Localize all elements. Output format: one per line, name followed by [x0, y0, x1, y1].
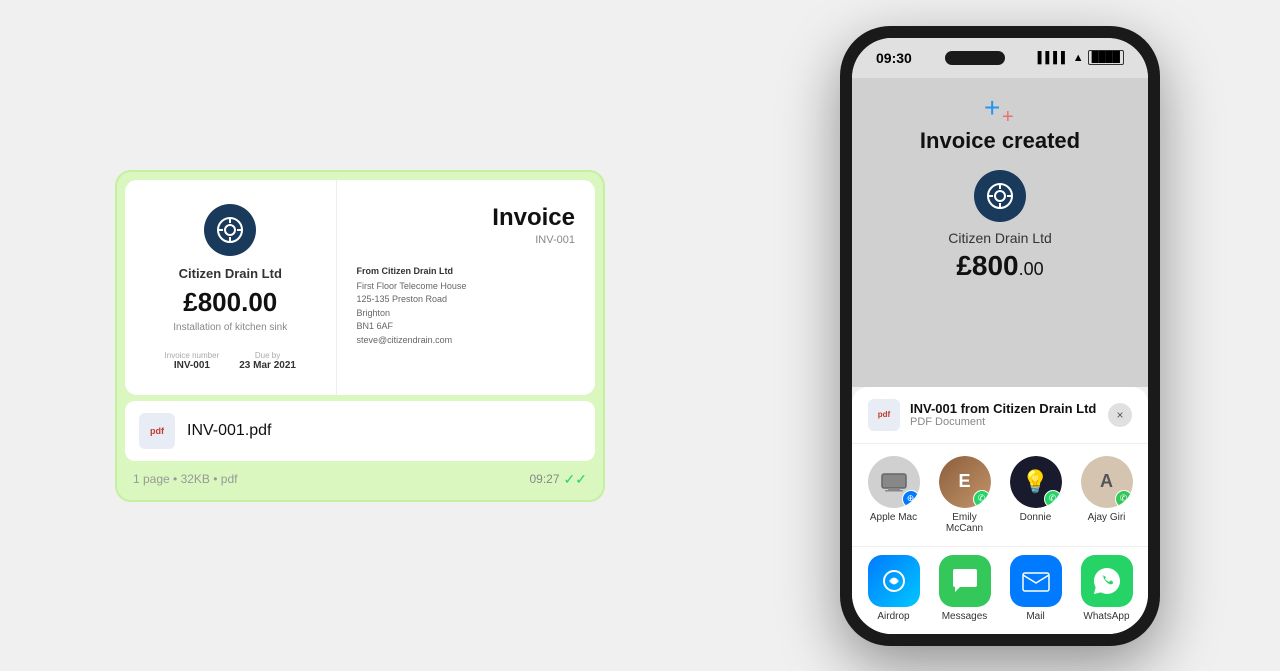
meta-number: Invoice number INV-001: [165, 351, 220, 371]
status-time: 09:30: [876, 50, 912, 66]
invoice-address: First Floor Telecome House 125-135 Prest…: [357, 280, 576, 348]
invoice-from: From Citizen Drain Ltd: [357, 266, 576, 276]
share-sheet: pdf INV-001 from Citizen Drain Ltd PDF D…: [852, 387, 1148, 634]
bubble-time: 09:27 ✓✓: [530, 471, 588, 488]
pdf-icon: pdf: [139, 413, 175, 449]
company-name: Citizen Drain Ltd: [179, 266, 282, 281]
pdf-filename: INV-001.pdf: [187, 422, 272, 440]
invoice-amount: £800.00: [183, 287, 277, 318]
avatar-ajay: A ✆: [1081, 456, 1133, 508]
left-section: Citizen Drain Ltd £800.00 Installation o…: [20, 130, 700, 542]
whatsapp-badge-donnie: ✆: [1044, 490, 1062, 508]
avatar-emily: E ✆: [939, 456, 991, 508]
avatar-apple-mac: ⊕: [868, 456, 920, 508]
phone-logo: [974, 170, 1026, 222]
plus-red-icon: +: [1002, 106, 1014, 129]
contacts-row: ⊕ Apple Mac E ✆: [852, 444, 1148, 546]
whatsapp-badge-emily: ✆: [973, 490, 991, 508]
invoice-created-title: Invoice created: [920, 128, 1080, 154]
contact-name-donnie: Donnie: [1020, 512, 1052, 523]
phone-amount: £800.00: [956, 250, 1043, 282]
share-close-button[interactable]: ×: [1108, 403, 1132, 427]
share-info: INV-001 from Citizen Drain Ltd PDF Docum…: [910, 401, 1096, 428]
chat-bubble: Citizen Drain Ltd £800.00 Installation o…: [115, 170, 605, 502]
notch-camera: [945, 51, 1005, 65]
share-subtitle: PDF Document: [910, 416, 1096, 428]
contact-name-ajay: Ajay Giri: [1088, 512, 1126, 523]
currency-symbol: £: [956, 250, 972, 281]
battery-icon: ████: [1088, 50, 1124, 65]
app-messages[interactable]: Messages: [933, 555, 997, 622]
app-content: + + Invoice created Citizen Drain Ltd £: [852, 78, 1148, 387]
share-title: INV-001 from Citizen Drain Ltd: [910, 401, 1096, 416]
avatar-donnie: 💡 ✆: [1010, 456, 1062, 508]
invoice-left-col: Citizen Drain Ltd £800.00 Installation o…: [125, 180, 337, 395]
contact-ajay[interactable]: A ✆ Ajay Giri: [1075, 456, 1139, 534]
phone-screen: 09:30 ▌▌▌▌ ▲ ████ + + Invoice created: [852, 38, 1148, 634]
wifi-icon: ▲: [1073, 52, 1084, 64]
invoice-preview: Citizen Drain Ltd £800.00 Installation o…: [125, 180, 595, 395]
right-section: 09:30 ▌▌▌▌ ▲ ████ + + Invoice created: [740, 26, 1260, 646]
plus-blue-icon: +: [984, 92, 1000, 124]
amount-decimal: .00: [1019, 259, 1044, 279]
app-name-messages: Messages: [942, 611, 988, 622]
app-mail[interactable]: Mail: [1004, 555, 1068, 622]
airdrop-badge-icon: ⊕: [902, 490, 920, 508]
status-bar: 09:30 ▌▌▌▌ ▲ ████: [852, 38, 1148, 78]
contact-donnie[interactable]: 💡 ✆ Donnie: [1004, 456, 1068, 534]
invoice-ref: INV-001: [357, 234, 576, 246]
app-airdrop[interactable]: Airdrop: [862, 555, 926, 622]
whatsapp-icon: [1081, 555, 1133, 607]
mail-icon: [1010, 555, 1062, 607]
signal-icon: ▌▌▌▌: [1038, 52, 1069, 64]
app-name-airdrop: Airdrop: [877, 611, 909, 622]
contact-name-apple-mac: Apple Mac: [870, 512, 917, 523]
invoice-meta: Invoice number INV-001 Due by 23 Mar 202…: [165, 351, 296, 371]
phone-company: Citizen Drain Ltd: [948, 230, 1052, 246]
contact-apple-mac[interactable]: ⊕ Apple Mac: [862, 456, 926, 534]
messages-icon: [939, 555, 991, 607]
meta-due: Due by 23 Mar 2021: [239, 351, 296, 371]
messages-badge-ajay: ✆: [1115, 490, 1133, 508]
status-icons: ▌▌▌▌ ▲ ████: [1038, 50, 1124, 65]
share-header: pdf INV-001 from Citizen Drain Ltd PDF D…: [852, 387, 1148, 444]
invoice-title: Invoice: [357, 204, 576, 232]
app-name-whatsapp: WhatsApp: [1083, 611, 1129, 622]
invoice-right-col: Invoice INV-001 From Citizen Drain Ltd F…: [337, 180, 596, 395]
contact-name-emily: Emily McCann: [933, 512, 997, 534]
bubble-footer: 1 page • 32KB • pdf 09:27 ✓✓: [125, 467, 595, 492]
pdf-attachment-row[interactable]: pdf INV-001.pdf: [125, 401, 595, 461]
share-pdf-icon: pdf: [868, 399, 900, 431]
apps-row: Airdrop Messages: [852, 546, 1148, 634]
invoice-logo: [204, 204, 256, 256]
app-name-mail: Mail: [1026, 611, 1044, 622]
invoice-description: Installation of kitchen sink: [173, 322, 287, 333]
amount-whole: 800: [972, 250, 1019, 281]
contact-emily[interactable]: E ✆ Emily McCann: [933, 456, 997, 534]
phone-frame: 09:30 ▌▌▌▌ ▲ ████ + + Invoice created: [840, 26, 1160, 646]
double-check-icon: ✓✓: [564, 471, 587, 488]
pdf-meta: 1 page • 32KB • pdf: [133, 472, 237, 486]
app-whatsapp[interactable]: WhatsApp: [1075, 555, 1139, 622]
airdrop-icon: [868, 555, 920, 607]
